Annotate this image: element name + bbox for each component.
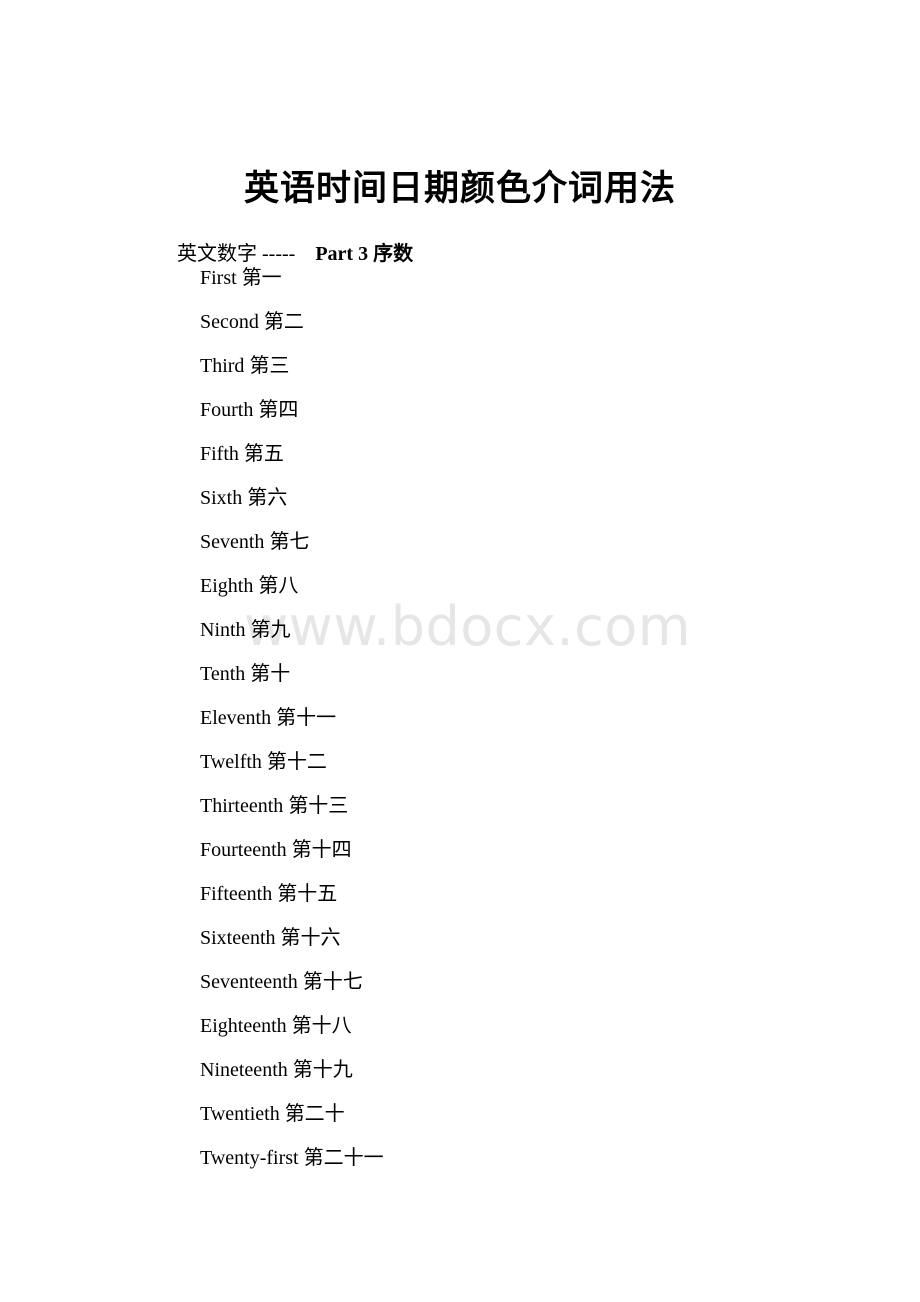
ordinal-english: Tenth bbox=[200, 663, 246, 685]
list-item: Eighteenth 第十八 bbox=[200, 1004, 384, 1048]
list-item: Eighth 第八 bbox=[200, 564, 384, 608]
ordinal-english: Nineteenth bbox=[200, 1059, 288, 1081]
list-item: Twelfth 第十二 bbox=[200, 740, 384, 784]
list-item: Sixth 第六 bbox=[200, 476, 384, 520]
ordinal-english: Fourth bbox=[200, 399, 254, 421]
list-item: Fourteenth 第十四 bbox=[200, 828, 384, 872]
ordinal-english: Second bbox=[200, 311, 259, 333]
ordinal-number-list: First 第一 Second 第二 Third 第三 Fourth 第四 Fifth 第五 Six… bbox=[200, 256, 384, 1180]
list-item: Twenty-first 第二十一 bbox=[200, 1136, 384, 1180]
ordinal-english: First bbox=[200, 267, 237, 289]
page-title: 英语时间日期颜色介词用法 bbox=[243, 169, 676, 210]
ordinal-english: Fourteenth bbox=[200, 839, 287, 861]
list-item: Fifth 第五 bbox=[200, 432, 384, 476]
document-page: www.bdocx.com 英语时间日期颜色介词用法 英文数字 ----- Pa… bbox=[0, 0, 920, 1302]
ordinal-chinese: 第十四 bbox=[291, 839, 352, 861]
list-item: Seventh 第七 bbox=[200, 520, 384, 564]
ordinal-chinese: 第十五 bbox=[277, 883, 338, 905]
ordinal-chinese: 第六 bbox=[247, 487, 288, 509]
list-item: Third 第三 bbox=[200, 344, 384, 388]
ordinal-english: Twenty-first bbox=[200, 1147, 299, 1169]
ordinal-english: Sixth bbox=[200, 487, 243, 509]
ordinal-english: Thirteenth bbox=[200, 795, 284, 817]
ordinal-chinese: 第十八 bbox=[291, 1015, 352, 1037]
ordinal-chinese: 第四 bbox=[258, 399, 299, 421]
ordinal-chinese: 第十 bbox=[250, 663, 291, 685]
ordinal-chinese: 第三 bbox=[249, 355, 290, 377]
list-item: Thirteenth 第十三 bbox=[200, 784, 384, 828]
ordinal-chinese: 第十二 bbox=[266, 751, 327, 773]
ordinal-english: Third bbox=[200, 355, 245, 377]
list-item: First 第一 bbox=[200, 256, 384, 300]
list-item: Second 第二 bbox=[200, 300, 384, 344]
ordinal-english: Eighth bbox=[200, 575, 254, 597]
ordinal-english: Seventeenth bbox=[200, 971, 298, 993]
ordinal-chinese: 第二 bbox=[263, 311, 304, 333]
ordinal-english: Ninth bbox=[200, 619, 246, 641]
ordinal-chinese: 第十七 bbox=[302, 971, 363, 993]
list-item: Tenth 第十 bbox=[200, 652, 384, 696]
ordinal-chinese: 第十六 bbox=[280, 927, 341, 949]
list-item: Eleventh 第十一 bbox=[200, 696, 384, 740]
ordinal-english: Fifteenth bbox=[200, 883, 273, 905]
list-item: Ninth 第九 bbox=[200, 608, 384, 652]
ordinal-english: Seventh bbox=[200, 531, 265, 553]
list-item: Seventeenth 第十七 bbox=[200, 960, 384, 1004]
list-item: Nineteenth 第十九 bbox=[200, 1048, 384, 1092]
ordinal-chinese: 第七 bbox=[269, 531, 310, 553]
list-item: Twentieth 第二十 bbox=[200, 1092, 384, 1136]
ordinal-english: Eighteenth bbox=[200, 1015, 287, 1037]
ordinal-chinese: 第八 bbox=[258, 575, 299, 597]
ordinal-chinese: 第十三 bbox=[288, 795, 349, 817]
list-item: Fifteenth 第十五 bbox=[200, 872, 384, 916]
list-item: Fourth 第四 bbox=[200, 388, 384, 432]
ordinal-english: Fifth bbox=[200, 443, 239, 465]
ordinal-chinese: 第五 bbox=[243, 443, 284, 465]
ordinal-chinese: 第十一 bbox=[276, 707, 337, 729]
ordinal-english: Eleventh bbox=[200, 707, 272, 729]
ordinal-chinese: 第十九 bbox=[292, 1059, 353, 1081]
ordinal-chinese: 第九 bbox=[250, 619, 291, 641]
ordinal-english: Sixteenth bbox=[200, 927, 276, 949]
ordinal-english: Twelfth bbox=[200, 751, 262, 773]
ordinal-english: Twentieth bbox=[200, 1103, 280, 1125]
ordinal-chinese: 第二十一 bbox=[303, 1147, 384, 1169]
ordinal-chinese: 第一 bbox=[241, 267, 282, 289]
ordinal-chinese: 第二十 bbox=[284, 1103, 345, 1125]
list-item: Sixteenth 第十六 bbox=[200, 916, 384, 960]
